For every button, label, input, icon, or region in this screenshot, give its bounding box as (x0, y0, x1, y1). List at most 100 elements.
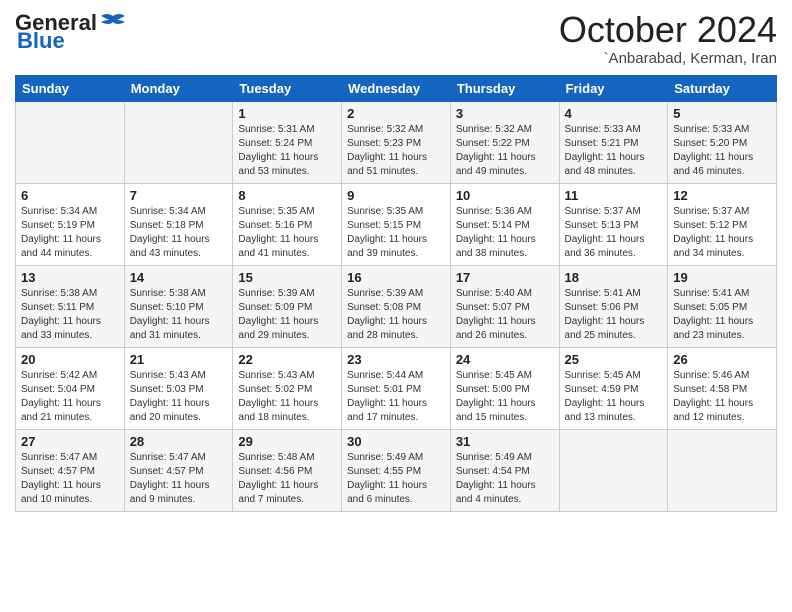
day-number: 12 (673, 188, 771, 203)
day-number: 10 (456, 188, 554, 203)
day-cell: 22 Sunrise: 5:43 AMSunset: 5:02 PMDayligh… (233, 347, 342, 429)
week-row-5: 27Sunrise: 5:47 AMSunset: 4:57 PMDayligh… (16, 429, 777, 511)
week-row-1: 1 Sunrise: 5:31 AMSunset: 5:24 PMDaylight… (16, 101, 777, 183)
header: General Blue October 2024 `Anbarabad, Ke… (15, 10, 777, 67)
header-cell-tuesday: Tuesday (233, 75, 342, 101)
day-number: 16 (347, 270, 445, 285)
day-cell: 19 Sunrise: 5:41 AMSunset: 5:05 PMDayligh… (668, 265, 777, 347)
day-info: Sunrise: 5:35 AMSunset: 5:15 PMDaylight:… (347, 205, 445, 261)
day-info: Sunrise: 5:41 AMSunset: 5:05 PMDaylight:… (673, 287, 771, 343)
day-info: Sunrise: 5:40 AMSunset: 5:07 PMDaylight:… (456, 287, 554, 343)
day-info: Sunrise: 5:41 AMSunset: 5:06 PMDaylight:… (565, 287, 663, 343)
day-cell: 21 Sunrise: 5:43 AMSunset: 5:03 PMDayligh… (124, 347, 233, 429)
day-number: 19 (673, 270, 771, 285)
day-cell (124, 101, 233, 183)
header-cell-sunday: Sunday (16, 75, 125, 101)
day-info: Sunrise: 5:49 AMSunset: 4:55 PMDaylight:… (347, 451, 445, 507)
calendar-table: SundayMondayTuesdayWednesdayThursdayFrid… (15, 75, 777, 512)
day-number: 18 (565, 270, 663, 285)
day-cell: 9 Sunrise: 5:35 AMSunset: 5:15 PMDaylight… (342, 183, 451, 265)
day-info: Sunrise: 5:34 AMSunset: 5:18 PMDaylight:… (130, 205, 228, 261)
header-cell-wednesday: Wednesday (342, 75, 451, 101)
day-info: Sunrise: 5:39 AMSunset: 5:08 PMDaylight:… (347, 287, 445, 343)
day-cell: 30 Sunrise: 5:49 AMSunset: 4:55 PMDayligh… (342, 429, 451, 511)
day-number: 2 (347, 106, 445, 121)
day-cell: 3 Sunrise: 5:32 AMSunset: 5:22 PMDaylight… (450, 101, 559, 183)
day-cell: 7Sunrise: 5:34 AMSunset: 5:18 PMDaylight… (124, 183, 233, 265)
day-number: 21 (130, 352, 228, 367)
day-cell: 15 Sunrise: 5:39 AMSunset: 5:09 PMDayligh… (233, 265, 342, 347)
header-cell-thursday: Thursday (450, 75, 559, 101)
day-number: 23 (347, 352, 445, 367)
day-number: 8 (238, 188, 336, 203)
day-number: 25 (565, 352, 663, 367)
day-cell: 24Sunrise: 5:45 AMSunset: 5:00 PMDayligh… (450, 347, 559, 429)
day-info: Sunrise: 5:39 AMSunset: 5:09 PMDaylight:… (238, 287, 336, 343)
logo: General Blue (15, 10, 127, 54)
day-cell: 28 Sunrise: 5:47 AMSunset: 4:57 PMDayligh… (124, 429, 233, 511)
day-info: Sunrise: 5:31 AMSunset: 5:24 PMDaylight:… (238, 123, 336, 179)
day-cell: 11Sunrise: 5:37 AMSunset: 5:13 PMDayligh… (559, 183, 668, 265)
day-info: Sunrise: 5:33 AMSunset: 5:20 PMDaylight:… (673, 123, 771, 179)
day-info: Sunrise: 5:46 AMSunset: 4:58 PMDaylight:… (673, 369, 771, 425)
day-info: Sunrise: 5:34 AMSunset: 5:19 PMDaylight:… (21, 205, 119, 261)
day-info: Sunrise: 5:38 AMSunset: 5:10 PMDaylight:… (130, 287, 228, 343)
logo-blue: Blue (17, 28, 65, 54)
header-row: SundayMondayTuesdayWednesdayThursdayFrid… (16, 75, 777, 101)
day-number: 29 (238, 434, 336, 449)
day-cell: 29 Sunrise: 5:48 AMSunset: 4:56 PMDayligh… (233, 429, 342, 511)
day-cell: 6 Sunrise: 5:34 AMSunset: 5:19 PMDaylight… (16, 183, 125, 265)
week-row-3: 13Sunrise: 5:38 AMSunset: 5:11 PMDayligh… (16, 265, 777, 347)
page: General Blue October 2024 `Anbarabad, Ke… (0, 0, 792, 612)
month-title: October 2024 (559, 10, 777, 50)
day-cell: 25Sunrise: 5:45 AMSunset: 4:59 PMDayligh… (559, 347, 668, 429)
day-cell: 5 Sunrise: 5:33 AMSunset: 5:20 PMDaylight… (668, 101, 777, 183)
day-info: Sunrise: 5:43 AMSunset: 5:02 PMDaylight:… (238, 369, 336, 425)
day-cell: 17 Sunrise: 5:40 AMSunset: 5:07 PMDayligh… (450, 265, 559, 347)
day-number: 30 (347, 434, 445, 449)
logo-bird-icon (99, 12, 127, 34)
day-cell: 1 Sunrise: 5:31 AMSunset: 5:24 PMDaylight… (233, 101, 342, 183)
title-block: October 2024 `Anbarabad, Kerman, Iran (559, 10, 777, 67)
day-info: Sunrise: 5:48 AMSunset: 4:56 PMDaylight:… (238, 451, 336, 507)
day-number: 3 (456, 106, 554, 121)
header-cell-monday: Monday (124, 75, 233, 101)
day-number: 6 (21, 188, 119, 203)
day-number: 24 (456, 352, 554, 367)
day-cell: 27Sunrise: 5:47 AMSunset: 4:57 PMDayligh… (16, 429, 125, 511)
day-number: 9 (347, 188, 445, 203)
day-number: 31 (456, 434, 554, 449)
day-info: Sunrise: 5:44 AMSunset: 5:01 PMDaylight:… (347, 369, 445, 425)
day-info: Sunrise: 5:47 AMSunset: 4:57 PMDaylight:… (130, 451, 228, 507)
day-number: 14 (130, 270, 228, 285)
day-number: 11 (565, 188, 663, 203)
week-row-4: 20Sunrise: 5:42 AMSunset: 5:04 PMDayligh… (16, 347, 777, 429)
day-info: Sunrise: 5:35 AMSunset: 5:16 PMDaylight:… (238, 205, 336, 261)
day-number: 17 (456, 270, 554, 285)
day-cell: 12 Sunrise: 5:37 AMSunset: 5:12 PMDayligh… (668, 183, 777, 265)
day-info: Sunrise: 5:43 AMSunset: 5:03 PMDaylight:… (130, 369, 228, 425)
day-info: Sunrise: 5:33 AMSunset: 5:21 PMDaylight:… (565, 123, 663, 179)
day-cell: 18 Sunrise: 5:41 AMSunset: 5:06 PMDayligh… (559, 265, 668, 347)
day-number: 22 (238, 352, 336, 367)
day-number: 15 (238, 270, 336, 285)
day-cell (668, 429, 777, 511)
day-info: Sunrise: 5:47 AMSunset: 4:57 PMDaylight:… (21, 451, 119, 507)
day-cell: 26Sunrise: 5:46 AMSunset: 4:58 PMDayligh… (668, 347, 777, 429)
day-info: Sunrise: 5:36 AMSunset: 5:14 PMDaylight:… (456, 205, 554, 261)
subtitle: `Anbarabad, Kerman, Iran (559, 50, 777, 67)
day-number: 28 (130, 434, 228, 449)
day-cell: 10 Sunrise: 5:36 AMSunset: 5:14 PMDayligh… (450, 183, 559, 265)
day-cell: 14 Sunrise: 5:38 AMSunset: 5:10 PMDayligh… (124, 265, 233, 347)
day-number: 5 (673, 106, 771, 121)
day-info: Sunrise: 5:42 AMSunset: 5:04 PMDaylight:… (21, 369, 119, 425)
day-info: Sunrise: 5:32 AMSunset: 5:22 PMDaylight:… (456, 123, 554, 179)
day-number: 4 (565, 106, 663, 121)
day-cell: 4 Sunrise: 5:33 AMSunset: 5:21 PMDaylight… (559, 101, 668, 183)
day-cell: 20Sunrise: 5:42 AMSunset: 5:04 PMDayligh… (16, 347, 125, 429)
day-cell: 13Sunrise: 5:38 AMSunset: 5:11 PMDayligh… (16, 265, 125, 347)
day-number: 1 (238, 106, 336, 121)
day-info: Sunrise: 5:37 AMSunset: 5:12 PMDaylight:… (673, 205, 771, 261)
day-info: Sunrise: 5:32 AMSunset: 5:23 PMDaylight:… (347, 123, 445, 179)
day-cell: 23 Sunrise: 5:44 AMSunset: 5:01 PMDayligh… (342, 347, 451, 429)
